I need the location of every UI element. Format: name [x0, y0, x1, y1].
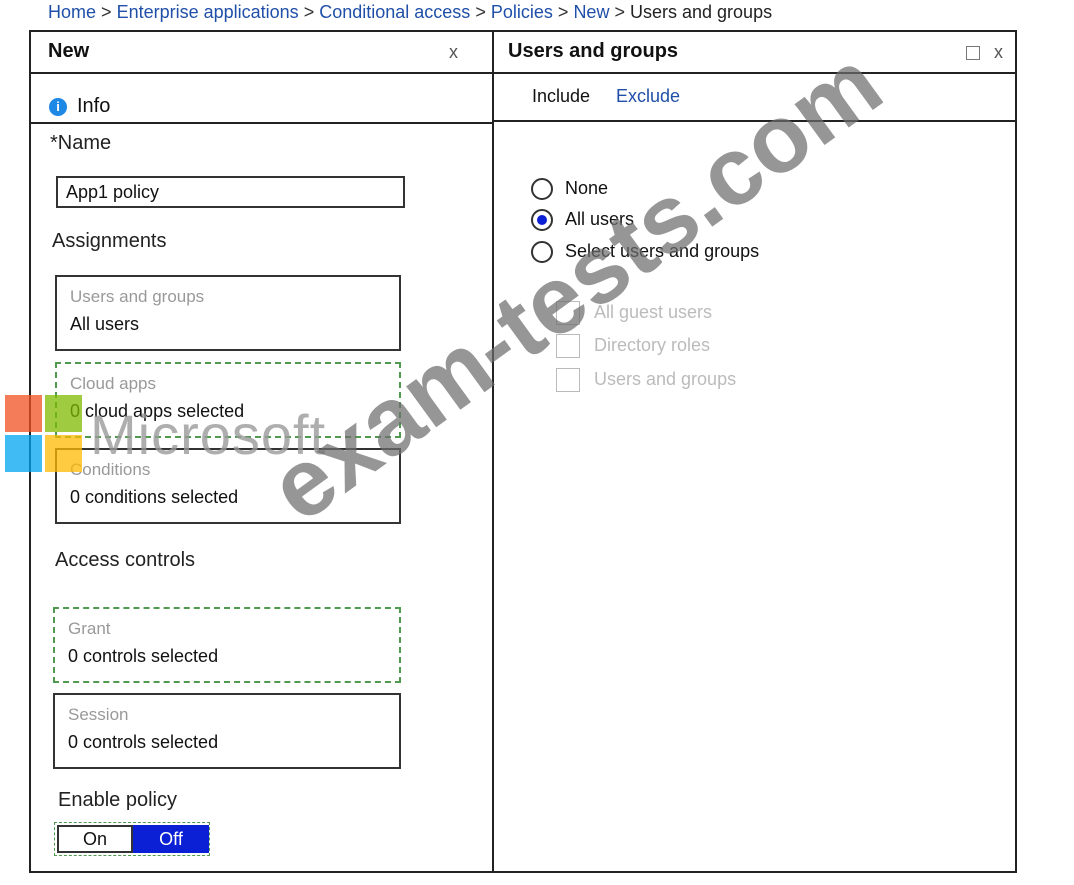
info-icon: i	[49, 98, 67, 116]
tab-include[interactable]: Include	[532, 86, 590, 107]
breadcrumb-separator: >	[614, 2, 625, 22]
new-blade-close-icon[interactable]: x	[449, 42, 458, 63]
radio-button[interactable]	[531, 241, 553, 263]
checkbox	[556, 334, 580, 358]
card-title: Session	[68, 705, 129, 724]
radio-label: Select users and groups	[565, 241, 760, 261]
toggle-on-button[interactable]: On	[57, 825, 133, 853]
breadcrumb-separator: >	[303, 2, 315, 22]
tab-exclude[interactable]: Exclude	[616, 86, 680, 107]
name-label: *Name	[50, 132, 112, 154]
toggle-off-button[interactable]: Off	[133, 825, 209, 853]
radio-button[interactable]	[531, 178, 553, 200]
breadcrumb-separator: >	[557, 2, 569, 22]
enable-policy-label: Enable policy	[58, 789, 177, 811]
checkbox	[556, 301, 580, 325]
maximize-icon[interactable]	[966, 46, 980, 60]
card-value: 0 conditions selected	[70, 487, 239, 507]
radio-button[interactable]	[531, 209, 553, 231]
users-groups-blade-close-icon[interactable]: x	[994, 42, 1003, 63]
info-label: Info	[77, 95, 111, 117]
card-title: Cloud apps	[70, 374, 157, 393]
logo-square-red	[5, 395, 42, 432]
breadcrumb-current: Users and groups	[630, 2, 773, 22]
include-exclude-tabs: Include Exclude	[494, 74, 1017, 122]
checkbox-label: Directory roles	[594, 335, 711, 355]
grant-card[interactable]: Grant 0 controls selected	[53, 607, 401, 683]
microsoft-logo-icon	[5, 395, 85, 475]
breadcrumb: Home > Enterprise applications > Conditi…	[48, 2, 772, 23]
card-title: Users and groups	[70, 287, 205, 306]
info-row[interactable]: i Info	[31, 74, 492, 124]
logo-square-blue	[5, 435, 42, 472]
breadcrumb-enterprise-applications[interactable]: Enterprise applications	[117, 2, 299, 22]
checkbox	[556, 368, 580, 392]
breadcrumb-home[interactable]: Home	[48, 2, 96, 22]
checkbox-label: All guest users	[594, 302, 713, 322]
breadcrumb-separator: >	[101, 2, 112, 22]
blade-divider	[492, 32, 494, 871]
logo-square-yellow	[45, 435, 82, 472]
card-title: Grant	[68, 619, 111, 638]
users-groups-blade-header: Users and groups x	[494, 32, 1017, 74]
card-value: 0 controls selected	[68, 732, 219, 752]
radio-label: None	[565, 178, 609, 198]
radio-label: All users	[565, 209, 635, 229]
new-blade-title: New	[48, 40, 90, 62]
logo-square-green	[45, 395, 82, 432]
enable-policy-toggle[interactable]: On Off	[54, 822, 210, 856]
policy-name-input[interactable]	[56, 176, 405, 208]
checkbox-label: Users and groups	[594, 369, 737, 389]
new-blade-header: New x	[31, 32, 492, 74]
breadcrumb-conditional-access[interactable]: Conditional access	[319, 2, 470, 22]
breadcrumb-policies[interactable]: Policies	[491, 2, 553, 22]
card-value: 0 controls selected	[68, 646, 219, 666]
microsoft-wordmark: Microsoft	[90, 403, 327, 466]
session-card[interactable]: Session 0 controls selected	[53, 693, 401, 769]
users-groups-blade-title: Users and groups	[508, 40, 679, 62]
access-controls-heading: Access controls	[55, 549, 196, 571]
card-value: All users	[70, 314, 140, 334]
breadcrumb-new[interactable]: New	[573, 2, 609, 22]
assignments-heading: Assignments	[52, 230, 167, 252]
users-and-groups-card[interactable]: Users and groups All users	[55, 275, 401, 351]
breadcrumb-separator: >	[475, 2, 486, 22]
